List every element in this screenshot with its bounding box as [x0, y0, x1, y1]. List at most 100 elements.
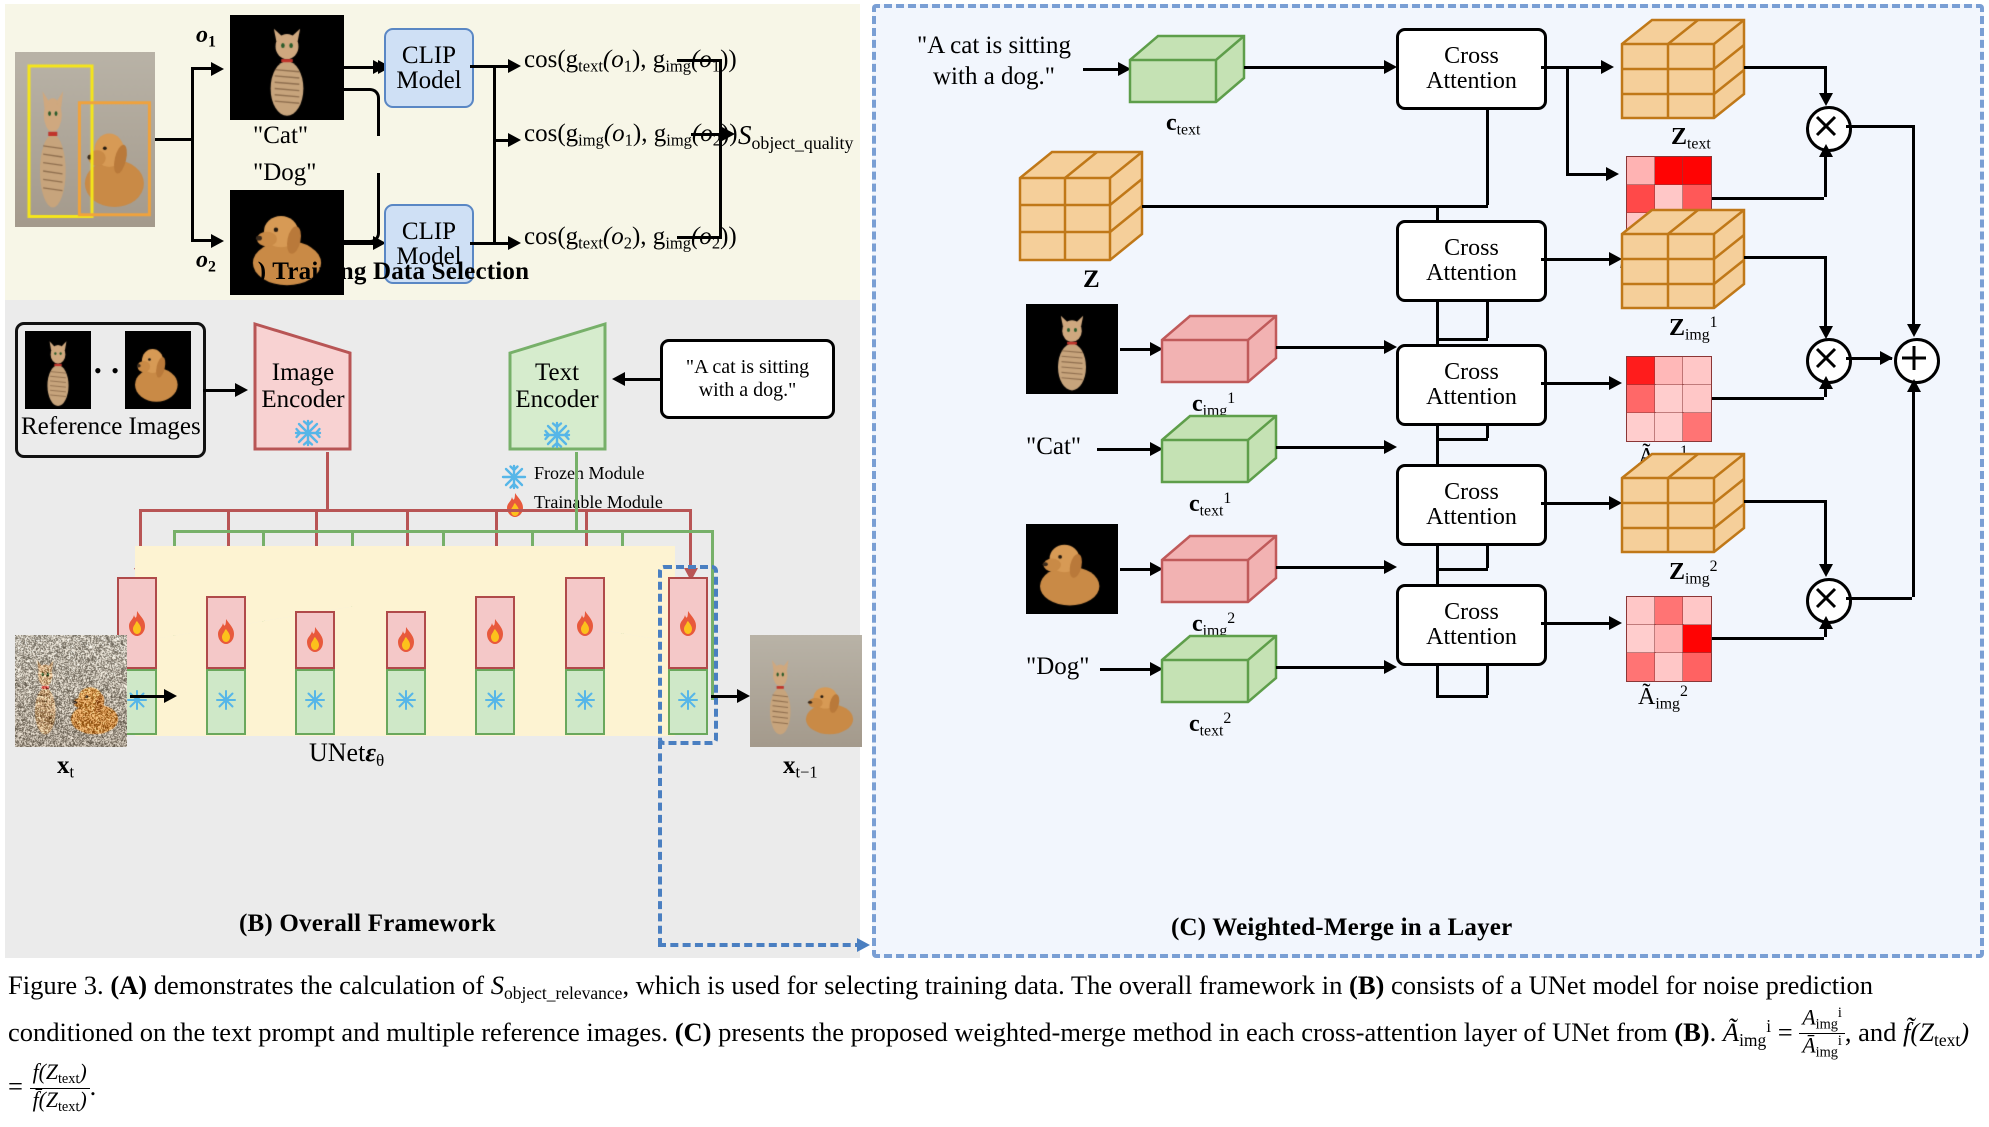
merge-top	[677, 59, 722, 62]
cap-eq1-num-sup: i	[1837, 1005, 1842, 1022]
cap-p8: .	[89, 1071, 97, 1102]
reference-images-label: Reference Images	[21, 413, 201, 440]
cap-eq1-eq: =	[1771, 1017, 1800, 1048]
ca1-line2: Attention	[1426, 68, 1517, 94]
txt-bus-down	[575, 452, 578, 533]
split-line-h	[155, 138, 193, 141]
arrow-input-unet	[164, 689, 177, 703]
ca3-line1: Cross	[1444, 359, 1499, 386]
cat-to-cimg1	[1120, 348, 1150, 351]
ca1-branch-v	[1566, 66, 1569, 176]
arrow-heat3-mul3	[1819, 616, 1833, 629]
c-text-1-slab	[1160, 414, 1278, 484]
multiply-icon-1	[1815, 115, 1837, 137]
cap-C1: (C)	[674, 1017, 712, 1048]
flame-icon-5	[487, 619, 503, 644]
img-bus-down	[326, 452, 329, 512]
mul3-out	[1846, 597, 1912, 600]
ztext-to-mul1	[1744, 66, 1826, 69]
flame-icon-2	[218, 619, 234, 644]
z-img-2-cube	[1620, 452, 1746, 554]
arrow-ref-imgenc	[235, 383, 248, 397]
cap-p5: presents the proposed weighted-merge met…	[711, 1017, 1675, 1048]
panel-b-title: (B) Overall Framework	[239, 910, 496, 937]
snowflake-icon-legend	[501, 464, 527, 490]
arrow-mul2-add	[1880, 351, 1893, 365]
prompt-to-ctext	[1083, 68, 1118, 71]
arrow-mul1-add	[1907, 324, 1921, 337]
cap-B1: (B)	[1349, 970, 1385, 1000]
cross-attention-5: Cross Attention	[1396, 584, 1547, 666]
cap-eq2-den-close: )	[79, 1087, 87, 1112]
heat-cell	[1682, 652, 1712, 682]
clip-top-out	[470, 65, 508, 68]
branch-top	[191, 67, 211, 70]
cap-eq1-den-sup: i	[1837, 1033, 1842, 1050]
heat-cell	[1626, 652, 1656, 682]
heat-cell	[1682, 596, 1712, 626]
cap-eq2-lhs: f̃(Z	[1903, 1017, 1934, 1048]
panel-a-training-data-selection: o1 o2 "Cat" "Dog" CLIP Model CLIP Model …	[5, 4, 860, 300]
heat-cell	[1682, 156, 1712, 186]
prompt-to-textenc	[625, 378, 661, 381]
cap-eq2-frac: f(Ztext) f̄(Ztext)	[29, 1061, 90, 1115]
merge-vert	[719, 59, 722, 239]
ref-to-imgenc	[203, 389, 235, 392]
z-feed-2	[1436, 338, 1488, 341]
cat-text-connector	[335, 88, 380, 136]
arrow-f3	[508, 236, 521, 250]
arrow-ca1-ztext	[1601, 60, 1614, 74]
heat-cell	[1682, 624, 1712, 654]
label-z-img-2: Zimg2	[1669, 558, 1718, 588]
cap-p7: , and	[1844, 1017, 1904, 1048]
z-feed-5	[1436, 695, 1488, 698]
arrow-heat1-mul1	[1819, 144, 1833, 157]
clip-model-top: CLIP Model	[384, 28, 474, 108]
arrow-to-o1	[211, 62, 224, 76]
z-feed-4	[1436, 568, 1488, 571]
multiply-icon-3	[1815, 587, 1837, 609]
heat-cell	[1654, 356, 1684, 386]
heat-cell	[1682, 412, 1712, 442]
cap-eq1-num: A	[1802, 1005, 1816, 1030]
label-c-text-2: ctext2	[1189, 710, 1232, 740]
ctext-to-ca1	[1244, 66, 1384, 69]
zimg1-to-mul2-v	[1824, 256, 1827, 328]
cap-eq2-num-sub: text	[57, 1071, 80, 1088]
ctext1-to-ca3	[1276, 446, 1384, 449]
arrow-ca1-heat	[1606, 167, 1619, 181]
cap-A: (A)	[110, 970, 148, 1000]
highlight-layer-box	[658, 565, 718, 745]
cross-attention-4: Cross Attention	[1396, 464, 1547, 546]
cap-eq2-den: f̄(Z	[32, 1087, 58, 1112]
heatmap-a-tilde-img-1	[1626, 356, 1712, 442]
z-feed-3	[1436, 438, 1488, 441]
arrow-zimg2-mul3	[1819, 564, 1833, 577]
snowflake-icon-u5	[485, 690, 505, 710]
ca2-line2: Attention	[1426, 260, 1517, 286]
arrow-ctext2-ca5	[1384, 660, 1397, 674]
arrow-f2	[508, 133, 521, 147]
cattext-to-ctext1	[1097, 448, 1150, 451]
heat-cell	[1626, 384, 1656, 414]
heat-cell	[1626, 596, 1656, 626]
heat1-to-mul1-v	[1824, 156, 1827, 197]
flame-icon-3	[307, 627, 323, 652]
heat3-to-mul3-v	[1824, 628, 1827, 637]
ca1-line1: Cross	[1444, 43, 1499, 70]
snowflake-icon-u2	[216, 690, 236, 710]
heat-cell	[1682, 384, 1712, 414]
arrow-ca3-heat	[1609, 376, 1622, 390]
merge-mid	[691, 133, 722, 136]
ca5-line1: Cross	[1444, 599, 1499, 626]
label-z: Z	[1083, 266, 1100, 293]
panel-c-label-cat: "Cat"	[1026, 433, 1082, 460]
reference-ellipsis: • • •	[94, 358, 139, 383]
c-img-2-slab	[1160, 534, 1278, 604]
cap-Ssub: object_relevance	[504, 982, 623, 1003]
arrow-prompt-textenc	[612, 372, 625, 386]
arrow-f1	[508, 59, 521, 73]
unet-label: UNetεθ	[309, 738, 385, 770]
clip-label-line2: Model	[396, 67, 462, 94]
label-o1: o1	[196, 22, 216, 51]
